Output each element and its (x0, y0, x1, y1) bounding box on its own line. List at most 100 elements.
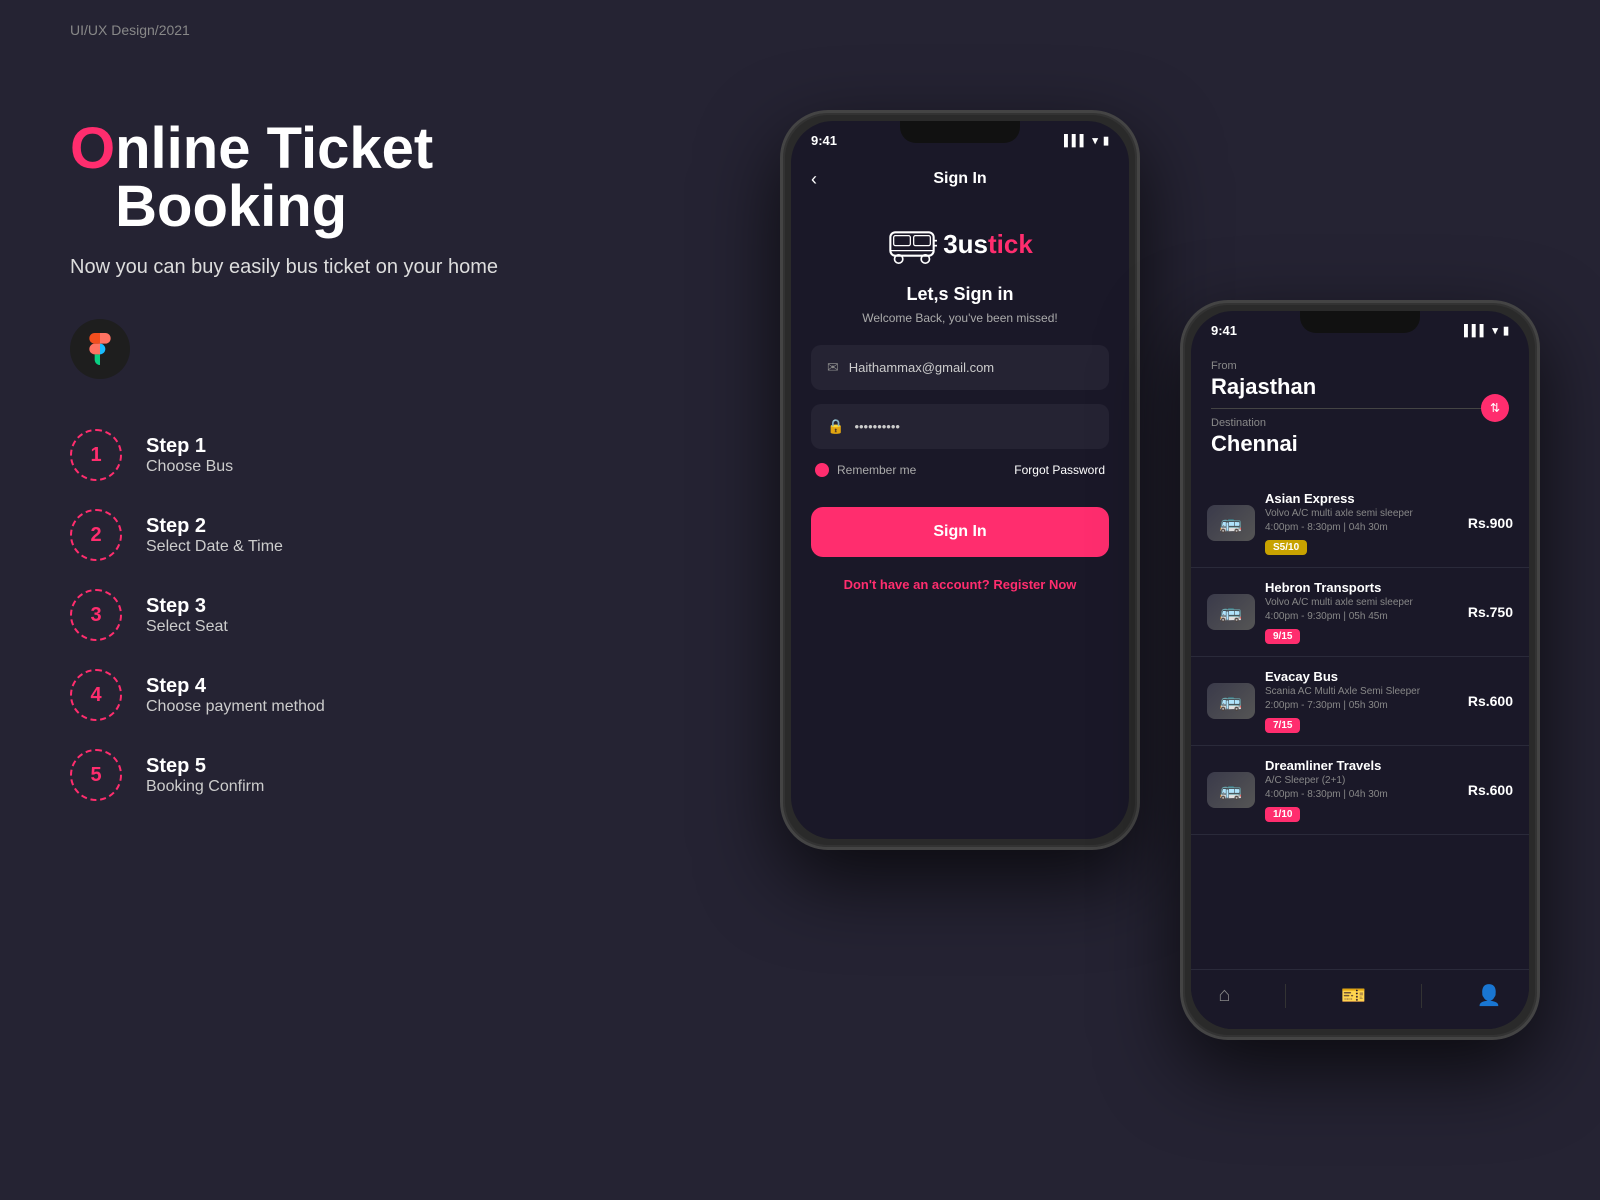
bus-list: 🚌 Asian Express Volvo A/C multi axle sem… (1191, 469, 1529, 947)
email-input[interactable]: ✉ Haithammax@gmail.com (811, 345, 1109, 390)
step-item-2: 2 Step 2 Select Date & Time (70, 509, 570, 561)
logo-white: 3us (943, 229, 988, 259)
title-rest: nline Ticket Booking (115, 120, 570, 236)
dest-label: Destination (1211, 417, 1509, 429)
bus-type-3: Scania AC Multi Axle Semi Sleeper (1265, 686, 1458, 697)
signin-welcome: Let,s Sign in Welcome Back, you've been … (791, 274, 1129, 345)
bus-logo-area: 3ustick (791, 204, 1129, 274)
bus-image-4: 🚌 (1207, 772, 1255, 808)
step-text-3: Step 3 Select Seat (146, 595, 228, 636)
step-title-4: Step 4 (146, 675, 325, 698)
bus-time-4: 4:00pm - 8:30pm | 04h 30m (1265, 789, 1458, 800)
step-item-3: 3 Step 3 Select Seat (70, 589, 570, 641)
profile-nav-icon[interactable]: 👤 (1477, 983, 1502, 1008)
bus-price-4: Rs.600 (1468, 782, 1513, 798)
phone2-frame: 9:41 ▌▌▌ ▾ ▮ From Rajasthan ⇅ Destinatio… (1180, 300, 1540, 1040)
register-link[interactable]: Register Now (993, 577, 1076, 592)
phone2-screen: 9:41 ▌▌▌ ▾ ▮ From Rajasthan ⇅ Destinatio… (1191, 311, 1529, 1029)
bus-thumb-3: 🚌 (1207, 683, 1255, 719)
seat-badge-4: 1/10 (1265, 807, 1300, 822)
step-text-4: Step 4 Choose payment method (146, 675, 325, 716)
signal-icon: ▌▌▌ (1064, 135, 1087, 147)
from-city: Rajasthan (1211, 374, 1509, 400)
phone2-time: 9:41 (1211, 323, 1237, 338)
email-icon: ✉ (827, 359, 839, 376)
remember-checkbox[interactable] (815, 463, 829, 477)
step-circle-2: 2 (70, 509, 122, 561)
step-desc-5: Booking Confirm (146, 778, 264, 796)
phone1-notch (900, 121, 1020, 143)
step-text-5: Step 5 Booking Confirm (146, 755, 264, 796)
subtitle: Now you can buy easily bus ticket on you… (70, 256, 570, 279)
bus-image-3: 🚌 (1207, 683, 1255, 719)
welcome-sub: Welcome Back, you've been missed! (811, 311, 1109, 325)
password-value: •••••••••• (854, 419, 900, 434)
bus-info-1: Asian Express Volvo A/C multi axle semi … (1265, 491, 1458, 555)
nav-divider-2 (1421, 984, 1422, 1008)
bus-price-3: Rs.600 (1468, 693, 1513, 709)
bus-image-2: 🚌 (1207, 594, 1255, 630)
step-title-2: Step 2 (146, 515, 283, 538)
email-value: Haithammax@gmail.com (849, 360, 994, 375)
title-letter-o: O (70, 120, 115, 178)
home-nav-icon[interactable]: ⌂ (1218, 984, 1230, 1007)
step-circle-4: 4 (70, 669, 122, 721)
bus-thumb-4: 🚌 (1207, 772, 1255, 808)
lock-icon: 🔒 (827, 418, 844, 435)
bus-thumb-1: 🚌 (1207, 505, 1255, 541)
step-title-5: Step 5 (146, 755, 264, 778)
steps-list: 1 Step 1 Choose Bus 2 Step 2 Select Date… (70, 429, 570, 801)
bus-card-3[interactable]: 🚌 Evacay Bus Scania AC Multi Axle Semi S… (1191, 657, 1529, 746)
no-account-text: Don't have an account? Register Now (811, 577, 1109, 592)
bus-logo: 3ustick (887, 224, 1033, 264)
swap-button[interactable]: ⇅ (1481, 394, 1509, 422)
ticket-nav-icon[interactable]: 🎫 (1341, 983, 1366, 1008)
back-button[interactable]: ‹ (811, 169, 817, 190)
password-input[interactable]: 🔒 •••••••••• (811, 404, 1109, 449)
forgot-password-link[interactable]: Forgot Password (1014, 463, 1105, 477)
route-header: From Rajasthan ⇅ Destination Chennai (1191, 344, 1529, 469)
seat-badge-3: 7/15 (1265, 718, 1300, 733)
wifi-icon-2: ▾ (1492, 324, 1498, 337)
step-desc-2: Select Date & Time (146, 538, 283, 556)
phone2-notch (1300, 311, 1420, 333)
step-item-1: 1 Step 1 Choose Bus (70, 429, 570, 481)
step-circle-5: 5 (70, 749, 122, 801)
step-circle-1: 1 (70, 429, 122, 481)
bus-info-4: Dreamliner Travels A/C Sleeper (2+1) 4:0… (1265, 758, 1458, 822)
step-title-3: Step 3 (146, 595, 228, 618)
step-desc-4: Choose payment method (146, 698, 325, 716)
bottom-nav: ⌂ 🎫 👤 (1191, 969, 1529, 1029)
remember-row: Remember me Forgot Password (811, 463, 1109, 477)
left-section: O nline Ticket Booking Now you can buy e… (70, 120, 570, 801)
phones-area: 9:41 ▌▌▌ ▾ ▮ ‹ Sign In (760, 60, 1540, 1140)
seat-badge-2: 9/15 (1265, 629, 1300, 644)
bus-image-1: 🚌 (1207, 505, 1255, 541)
signin-button[interactable]: Sign In (811, 507, 1109, 557)
phone1-frame: 9:41 ▌▌▌ ▾ ▮ ‹ Sign In (780, 110, 1140, 850)
step-title-1: Step 1 (146, 435, 233, 458)
from-label: From (1211, 360, 1509, 372)
bus-info-2: Hebron Transports Volvo A/C multi axle s… (1265, 580, 1458, 644)
step-text-1: Step 1 Choose Bus (146, 435, 233, 476)
figma-icon (70, 319, 130, 379)
welcome-heading: Let,s Sign in (811, 284, 1109, 305)
bus-name-1: Asian Express (1265, 491, 1458, 506)
remember-label: Remember me (837, 463, 916, 477)
bus-time-1: 4:00pm - 8:30pm | 04h 30m (1265, 522, 1458, 533)
main-title: O nline Ticket Booking (70, 120, 570, 236)
step-desc-1: Choose Bus (146, 458, 233, 476)
bus-card-4[interactable]: 🚌 Dreamliner Travels A/C Sleeper (2+1) 4… (1191, 746, 1529, 835)
logo-text: 3ustick (943, 229, 1033, 260)
bus-time-2: 4:00pm - 9:30pm | 05h 45m (1265, 611, 1458, 622)
step-item-4: 4 Step 4 Choose payment method (70, 669, 570, 721)
bus-card-1[interactable]: 🚌 Asian Express Volvo A/C multi axle sem… (1191, 479, 1529, 568)
watermark: UI/UX Design/2021 (70, 22, 190, 38)
phone1-status-icons: ▌▌▌ ▾ ▮ (1064, 134, 1109, 147)
bus-card-2[interactable]: 🚌 Hebron Transports Volvo A/C multi axle… (1191, 568, 1529, 657)
bus-time-3: 2:00pm - 7:30pm | 05h 30m (1265, 700, 1458, 711)
route-divider (1211, 408, 1509, 409)
bus-name-2: Hebron Transports (1265, 580, 1458, 595)
bus-thumb-2: 🚌 (1207, 594, 1255, 630)
bus-type-4: A/C Sleeper (2+1) (1265, 775, 1458, 786)
